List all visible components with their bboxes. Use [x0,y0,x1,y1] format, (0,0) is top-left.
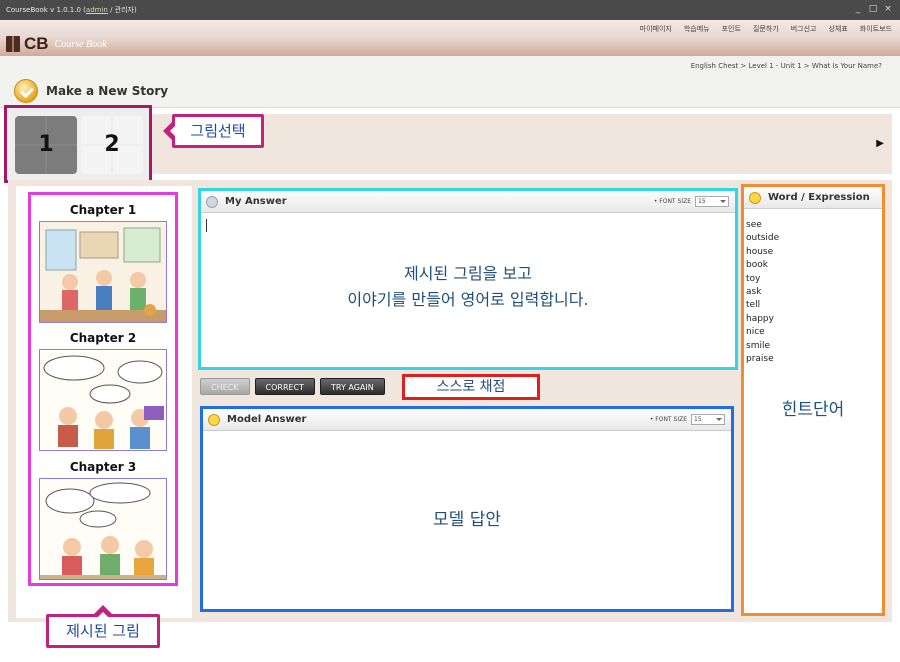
model-answer-header: Model Answer • FONT SIZE 15 [203,409,731,431]
page-title: Make a New Story [46,84,169,98]
nav-item-ask[interactable]: 질문하기 [753,24,779,34]
nav-item-mypage[interactable]: 마이페이지 [640,24,672,34]
nav-item-learning-menu[interactable]: 학습메뉴 [684,24,710,34]
font-size-select[interactable]: 15 [695,196,729,207]
chapter-illustration [39,478,167,580]
word-item: happy [746,313,774,324]
maximize-icon[interactable]: □ [867,3,879,15]
window-controls: _ □ × [852,3,894,15]
nav-item-bug-report[interactable]: 버그신고 [791,24,817,34]
model-answer-panel: Model Answer • FONT SIZE 15 모델 답안 [200,406,734,612]
word-item: book [746,260,768,271]
nav-item-whiteboard[interactable]: 화이트보드 [860,24,892,34]
my-answer-title: My Answer [225,196,287,207]
model-answer-annotation: 모델 답안 [433,510,501,530]
my-answer-panel: My Answer • FONT SIZE 15 제시된 그림을 보고 이야기를… [198,188,738,370]
chapter-item[interactable]: Chapter 1 [31,203,175,323]
top-nav: 마이페이지 학습메뉴 포인트 질문하기 버그신고 상체표 화이트보드 [640,24,892,34]
close-icon[interactable]: × [882,3,894,15]
font-size-label: • FONT SIZE [653,198,691,205]
minimize-icon[interactable]: _ [852,3,864,15]
word-item: smile [746,340,770,351]
chapter-title: Chapter 3 [69,460,137,474]
app-logo: CB Course Book [6,34,107,54]
check-badge-icon [14,79,38,103]
callout-presented-pictures: 제시된 그림 [46,605,160,648]
picture-select-group: 1 2 [4,105,152,183]
font-size-control: • FONT SIZE 15 [650,414,725,425]
words-title: Word / Expression [768,192,870,203]
word-item: house [746,246,774,257]
window-title-suffix: ) [133,6,137,14]
my-answer-annotation-line1: 제시된 그림을 보고 [404,264,532,283]
my-answer-annotation-line2: 이야기를 만들어 영어로 입력합니다. [347,290,589,309]
words-header: Word / Expression [744,187,882,209]
grading-buttons: CHECK CORRECT TRY AGAIN [200,378,385,395]
word-list: see outside house book toy ask tell happ… [746,219,779,366]
picture-tile-2[interactable]: 2 [81,116,143,174]
chapter-item[interactable]: Chapter 2 [31,331,175,451]
font-size-select[interactable]: 15 [691,414,725,425]
word-item: outside [746,233,780,244]
model-answer-title: Model Answer [227,414,307,425]
window-title-prefix: CourseBook v 1.0.1.0 ( [6,6,86,14]
callout-picture-select: 그림선택 [163,114,264,148]
chapter-list: Chapter 1 Chapter 2 Chapter 3 [28,192,178,586]
logo-sub: Course Book [54,38,107,50]
my-answer-textarea[interactable]: 제시된 그림을 보고 이야기를 만들어 영어로 입력합니다. [201,261,735,313]
word-expression-panel: Word / Expression see outside house book… [741,184,885,616]
callout-self-grading: 스스로 채점 [402,374,540,400]
page-header: Make a New Story [0,76,900,108]
chapter-illustration [39,221,167,323]
font-size-control: • FONT SIZE 15 [654,196,729,207]
word-item: praise [746,354,774,365]
chat-bubble-icon [208,414,220,426]
word-item: ask [746,287,762,298]
window-titlebar: CourseBook v 1.0.1.0 (admin / 관리자) _ □ × [0,0,900,20]
try-again-button[interactable]: TRY AGAIN [320,378,385,395]
my-answer-header: My Answer • FONT SIZE 15 [201,191,735,213]
window-title-user: admin [85,6,108,14]
correct-button[interactable]: CORRECT [254,378,316,395]
word-item: see [746,220,762,230]
app-header: CB Course Book 마이페이지 학습메뉴 포인트 질문하기 버그신고 … [0,20,900,56]
chapter-title: Chapter 1 [69,203,137,217]
window-title-user2: 관리자 [114,6,134,14]
window-title-mid: / [107,6,115,14]
text-cursor [206,219,207,232]
picture-tile-1[interactable]: 1 [15,116,77,174]
chat-bubble-icon [206,196,218,208]
word-item: toy [746,273,761,284]
book-icon [6,36,20,52]
words-annotation: 힌트단어 [781,400,845,420]
nav-item-chart[interactable]: 상체표 [828,24,847,34]
font-size-label: • FONT SIZE [649,416,687,423]
word-item: tell [746,300,761,311]
chat-bubble-icon [749,192,761,204]
breadcrumb[interactable]: English Chest > Level 1 - Unit 1 > What … [691,62,882,70]
chapter-item[interactable]: Chapter 3 [31,460,175,580]
next-arrow-icon[interactable]: ▶ [876,138,884,149]
chapter-title: Chapter 2 [69,331,137,345]
chapter-illustration [39,349,167,451]
check-button[interactable]: CHECK [200,378,250,395]
nav-item-points[interactable]: 포인트 [722,24,741,34]
word-item: nice [746,327,765,338]
sub-bar: English Chest > Level 1 - Unit 1 > What … [0,56,900,76]
logo-main: CB [24,34,49,53]
